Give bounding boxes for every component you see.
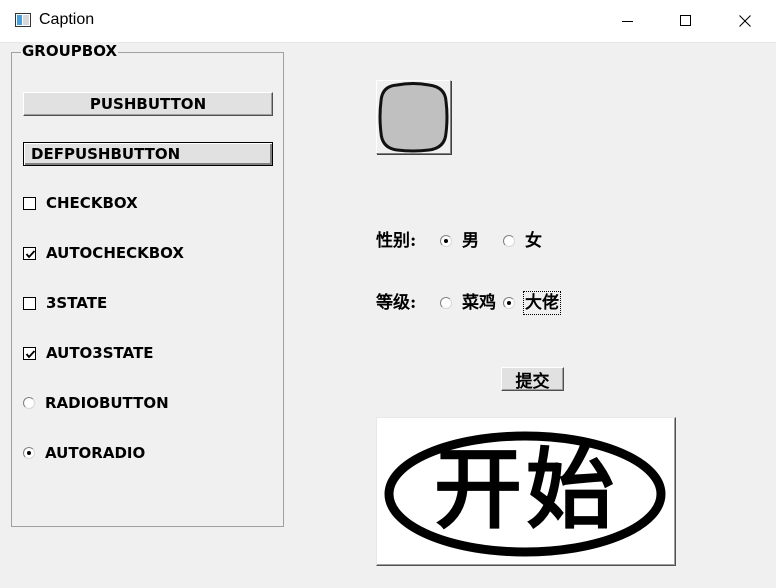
checkbox-option[interactable]: CHECKBOX [23,193,138,213]
image-button[interactable] [376,80,451,154]
title-bar: Caption [0,0,776,43]
start-button-label: 开始 [433,438,618,541]
window-app-icon [15,13,31,27]
minimize-icon [622,21,633,22]
autocheckbox-box[interactable] [23,246,36,260]
push-button[interactable]: PUSHBUTTON [23,92,273,116]
autocheckbox-label: AUTOCHECKBOX [46,244,184,262]
gender-female-radio[interactable] [503,235,515,247]
level-noob-label: 菜鸡 [462,293,496,313]
radiobutton-label: RADIOBUTTON [45,394,169,412]
level-boss-label: 大佬 [523,291,561,315]
radio-dot-icon [444,239,448,243]
threestate-box[interactable] [23,296,36,310]
gender-male-label: 男 [462,231,479,251]
submit-button[interactable]: 提交 [501,367,564,392]
minimize-button[interactable] [599,0,657,42]
start-button[interactable]: 开始 [376,417,676,566]
close-button[interactable] [716,0,774,42]
checkmark-icon [25,349,36,358]
close-icon [739,15,751,27]
maximize-icon [680,15,691,26]
threestate-option[interactable]: 3STATE [23,293,107,313]
checkbox-label: CHECKBOX [46,194,138,212]
autoradio-option[interactable]: AUTORADIO [23,443,145,463]
autothreestate-box[interactable] [23,346,36,360]
checkmark-icon [25,249,36,258]
default-push-button[interactable]: DEFPUSHBUTTON [23,142,273,166]
autoradio-circle[interactable] [23,447,35,459]
threestate-label: 3STATE [46,294,108,312]
radio-dot-icon [27,451,31,455]
gender-male-radio[interactable] [440,235,452,247]
radiobutton-option[interactable]: RADIOBUTTON [23,393,169,413]
checkbox-box[interactable] [23,196,36,210]
level-option-boss[interactable]: 大佬 [503,291,561,315]
level-label: 等级: [376,293,417,313]
autoradio-label: AUTORADIO [45,444,146,462]
window-title: Caption [39,11,95,28]
radio-dot-icon [507,301,511,305]
autothreestate-option[interactable]: AUTO3STATE [23,343,154,363]
radiobutton-circle[interactable] [23,397,35,409]
groupbox-label: GROUPBOX [21,42,119,60]
gender-label: 性别: [376,231,417,251]
gender-option-male[interactable]: 男 [440,231,479,251]
rounded-square-icon [378,82,449,153]
gender-female-label: 女 [525,231,542,251]
gender-option-female[interactable]: 女 [503,231,542,251]
autocheckbox-option[interactable]: AUTOCHECKBOX [23,243,184,263]
level-boss-radio[interactable] [503,297,515,309]
level-noob-radio[interactable] [440,297,452,309]
maximize-button[interactable] [657,0,715,42]
level-option-noob[interactable]: 菜鸡 [440,293,496,313]
autothreestate-label: AUTO3STATE [46,344,154,362]
